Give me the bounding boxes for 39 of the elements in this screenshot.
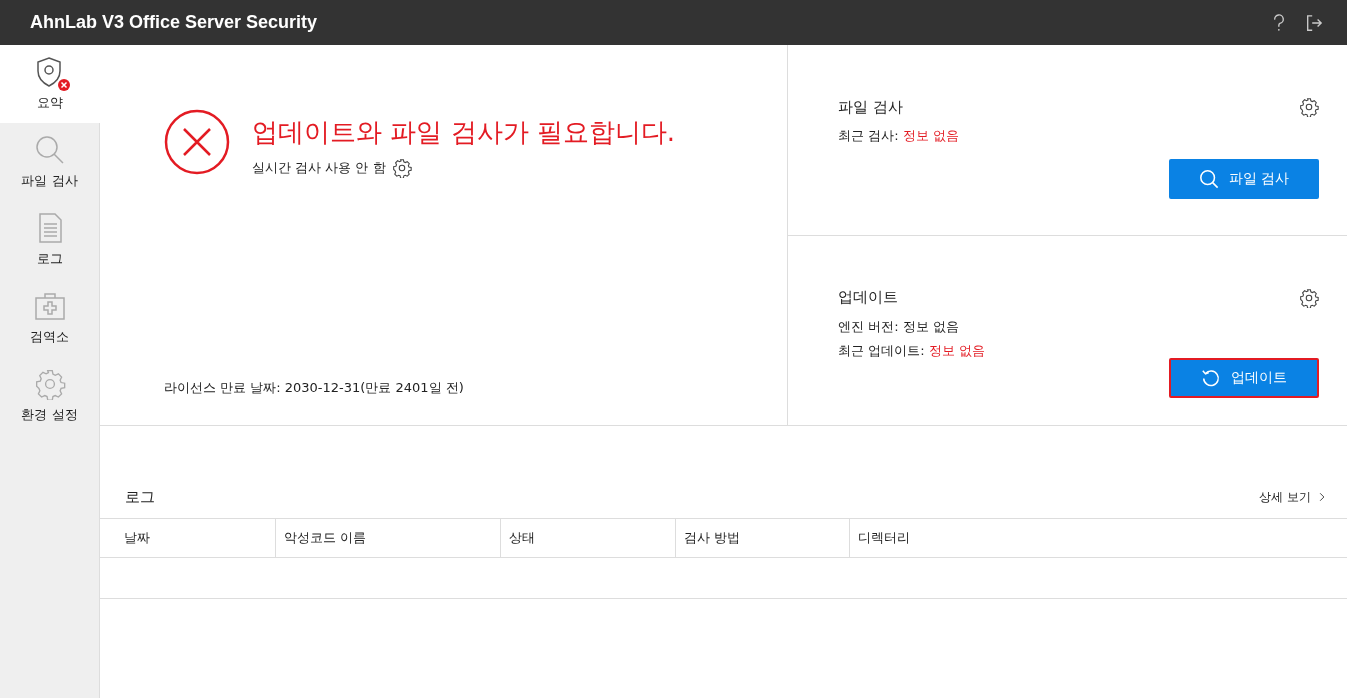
card-title: 업데이트 (838, 288, 898, 307)
column-header[interactable]: 디렉터리 (849, 519, 1347, 557)
search-icon (1198, 169, 1219, 189)
sidebar-item[interactable]: 파일 검사 (0, 123, 99, 201)
details-link[interactable]: 상세 보기 (1259, 488, 1325, 506)
search-icon (33, 134, 66, 166)
column-header[interactable]: 검사 방법 (675, 519, 849, 557)
column-header[interactable]: 악성코드 이름 (275, 519, 500, 557)
info-value: 정보 없음 (928, 341, 985, 360)
column-header[interactable]: 상태 (500, 519, 675, 557)
settings-icon (33, 368, 66, 400)
settings-icon[interactable] (391, 158, 412, 178)
info-label: 엔진 버전: (838, 317, 899, 336)
info-value: 정보 없음 (902, 317, 959, 336)
settings-icon[interactable] (1299, 287, 1319, 308)
refresh-icon (1201, 367, 1221, 388)
info-label: 최근 검사: (838, 127, 899, 145)
help-icon[interactable] (1273, 13, 1285, 32)
error-icon (164, 109, 230, 175)
card-title: 파일 검사 (838, 97, 903, 117)
logout-icon[interactable] (1305, 13, 1323, 32)
info-label: 최근 업데이트: (838, 341, 925, 360)
update-button[interactable]: 업데이트 (1169, 357, 1319, 398)
settings-icon[interactable] (1299, 97, 1319, 117)
chevron-right-icon (1319, 492, 1325, 502)
scan-button[interactable]: 파일 검사 (1169, 159, 1319, 199)
medical-kit-icon (33, 290, 66, 322)
column-header[interactable]: 날짜 (100, 519, 275, 557)
realtime-status: 실시간 검사 사용 안 함 (252, 159, 386, 177)
sidebar-item[interactable]: 환경 설정 (0, 357, 99, 435)
section-title: 로그 (125, 487, 155, 507)
license-expiry: 라이선스 만료 날짜: 2030-12-31(만료 2401일 전) (164, 379, 465, 397)
sidebar-item[interactable]: 로그 (0, 201, 99, 279)
error-badge-icon (58, 79, 70, 91)
sidebar-item[interactable]: 요약 (0, 45, 100, 123)
status-headline: 업데이트와 파일 검사가 필요합니다. (252, 116, 676, 149)
info-value: 정보 없음 (902, 127, 959, 145)
sidebar-item[interactable]: 검역소 (0, 279, 99, 357)
window-title: AhnLab V3 Office Server Security (30, 12, 318, 33)
